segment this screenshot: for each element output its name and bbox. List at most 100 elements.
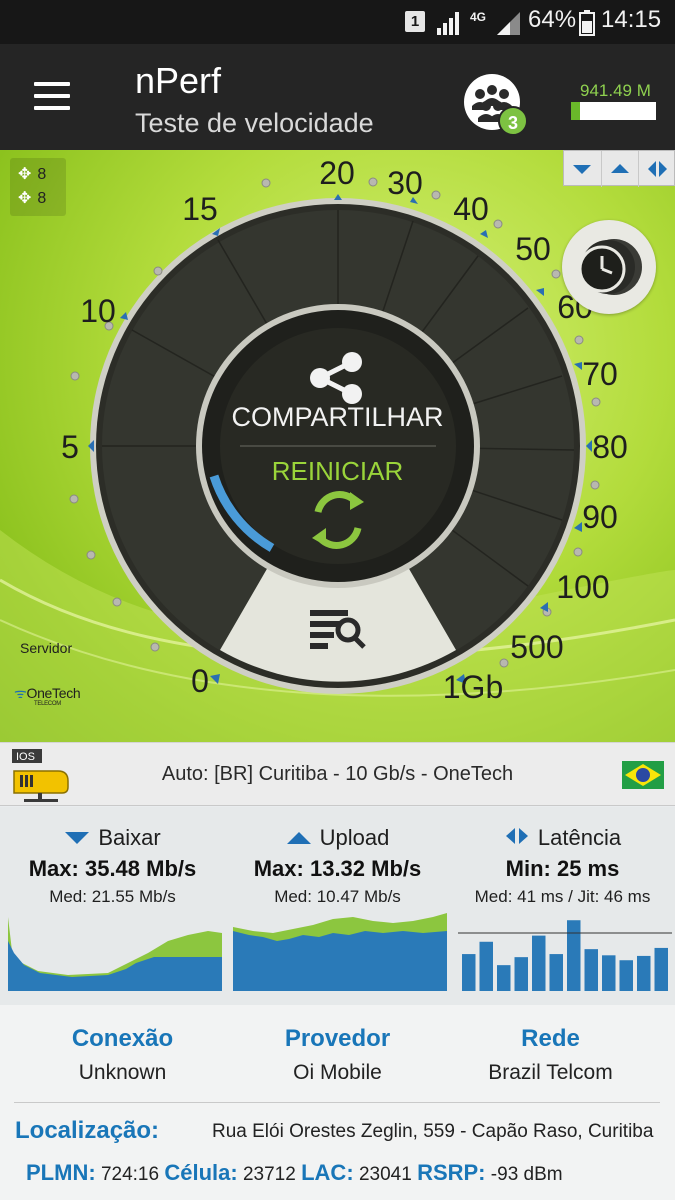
battery-level: 64%: [528, 6, 577, 33]
latency-min: Min: 25 ms: [505, 856, 620, 881]
tick-label-15: 15: [182, 191, 218, 227]
tick-label-20: 20: [319, 155, 355, 191]
server-selector[interactable]: IOS Auto: [BR] Curitiba - 10 Gb/s - OneT…: [0, 742, 675, 806]
plmn-value: 724:16: [100, 1164, 160, 1185]
share-button[interactable]: COMPARTILHAR: [200, 402, 475, 433]
celula-label: Célula:: [164, 1160, 238, 1185]
latency-result[interactable]: Latência Min: 25 ms Med: 41 ms / Jit: 46…: [450, 807, 675, 1005]
download-header: Baixar: [0, 825, 225, 851]
upload-chart: [233, 913, 447, 991]
wifi-icon: ᯤ: [14, 685, 27, 701]
menu-icon[interactable]: [34, 82, 70, 110]
provedor-value: Oi Mobile: [293, 1061, 382, 1084]
upload-result[interactable]: Upload Max: 13.32 Mb/s Med: 10.47 Mb/s: [225, 807, 450, 1005]
rsrp-value: -93 dBm: [490, 1164, 563, 1185]
rsrp-label: RSRP:: [417, 1160, 486, 1185]
conexao-value: Unknown: [78, 1061, 167, 1084]
app-title: nPerf: [135, 60, 222, 101]
arrow-up-icon: [286, 832, 311, 844]
data-usage-counter: 941.49 M: [580, 81, 651, 100]
users-icon: ✥: [18, 166, 32, 183]
divider: [14, 1102, 660, 1103]
status-bar: 1 4G 64% 14:15: [0, 0, 675, 44]
sim-count-2: 8: [37, 190, 47, 207]
history-icon: [578, 239, 642, 295]
tick-label-90: 90: [582, 499, 618, 535]
download-chart: [8, 917, 222, 991]
conexao-label: Conexão: [71, 1025, 174, 1052]
latency-bar: [637, 955, 651, 991]
latency-med: Med: 41 ms / Jit: 46 ms: [474, 887, 651, 906]
rede-label: Rede: [521, 1025, 580, 1052]
upload-med: Med: 10.47 Mb/s: [274, 887, 401, 906]
latency-toggle-button[interactable]: [638, 151, 675, 187]
data-usage-bar: [571, 102, 656, 120]
upload-header: Upload: [225, 825, 450, 851]
sim-count-1: 8: [37, 166, 47, 183]
latency-chart: [458, 920, 672, 991]
tick-label-80: 80: [592, 429, 628, 465]
panel-arrow-controls: [563, 150, 675, 187]
users-count-badge: 3: [498, 106, 528, 136]
tick-label-5: 5: [61, 429, 79, 465]
lac-value: 23041: [358, 1164, 412, 1185]
tick-label-50: 50: [515, 231, 551, 267]
arrow-down-icon: [573, 165, 591, 174]
arrows-horizontal-icon: [505, 828, 528, 844]
tick-label-0: 0: [191, 663, 209, 699]
server-provider-logo: ᯤOneTech TELECOM: [14, 685, 81, 707]
history-button[interactable]: [562, 220, 656, 314]
tick-label-1gb: 1Gb: [443, 669, 503, 705]
latency-header: Latência: [450, 825, 675, 851]
download-med: Med: 21.55 Mb/s: [49, 887, 176, 906]
latency-bar: [462, 954, 476, 991]
celula-value: 23712: [242, 1164, 296, 1185]
sim-slot-badge: 1: [405, 11, 425, 32]
conexao-info: Conexão Unknown: [10, 1025, 235, 1085]
tick-label-500: 500: [510, 629, 563, 665]
latency-bar: [654, 947, 668, 991]
provedor-label: Provedor: [284, 1025, 391, 1052]
provedor-info: Provedor Oi Mobile: [225, 1025, 450, 1085]
plmn-label: PLMN:: [26, 1160, 96, 1185]
brazil-flag-icon: [622, 761, 664, 789]
rede-value: Brazil Telcom: [488, 1061, 613, 1084]
signal-icon: [437, 12, 459, 35]
tick-label-10: 10: [80, 293, 116, 329]
localizacao-label: Localização:: [15, 1117, 160, 1144]
svg-text:IOS: IOS: [16, 751, 35, 763]
rede-info: Rede Brazil Telcom: [438, 1025, 663, 1085]
arrow-down-icon: [65, 832, 90, 844]
latency-bar: [514, 957, 528, 991]
collapse-down-button[interactable]: [564, 151, 601, 187]
restart-button[interactable]: REINICIAR: [200, 456, 475, 487]
latency-bar: [479, 941, 493, 991]
latency-bar: [567, 920, 581, 991]
app-subtitle: Teste de velocidade: [135, 108, 374, 138]
upload-max: Max: 13.32 Mb/s: [253, 856, 422, 881]
server-label: Servidor: [20, 640, 73, 656]
app-bar: nPerf Teste de velocidade 3 941.49 M: [0, 44, 675, 150]
latency-bar: [549, 954, 563, 991]
battery-icon: [579, 10, 595, 36]
connection-info-panel: Conexão Unknown Provedor Oi Mobile Rede …: [0, 1005, 675, 1200]
users-icon: ✥: [18, 190, 32, 207]
download-result[interactable]: Baixar Max: 35.48 Mb/s Med: 21.55 Mb/s: [0, 807, 225, 1005]
lac-label: LAC:: [301, 1160, 354, 1185]
latency-bar: [497, 965, 511, 991]
latency-bar: [602, 955, 616, 991]
expand-up-button[interactable]: [601, 151, 638, 187]
network-type: 4G: [470, 10, 487, 24]
latency-bar: [584, 949, 598, 991]
tick-label-100: 100: [556, 569, 609, 605]
tick-label-40: 40: [453, 191, 489, 227]
tick-label-30: 30: [387, 165, 423, 201]
network-details: PLMN: 724:16 Célula: 23712 LAC: 23041 RS…: [26, 1160, 563, 1186]
latency-bar: [532, 935, 546, 991]
speed-gauge-panel: 0 5 10 15 20 30 40 50 60 70 80 90 100 50…: [0, 150, 675, 742]
localizacao-value: Rua Elói Orestes Zeglin, 559 - Capão Ras…: [212, 1121, 654, 1142]
server-name: Auto: [BR] Curitiba - 10 Gb/s - OneTech: [161, 763, 514, 785]
results-panel: Baixar Max: 35.48 Mb/s Med: 21.55 Mb/s U…: [0, 807, 675, 1005]
arrow-up-icon: [611, 164, 629, 173]
latency-bar: [619, 960, 633, 991]
